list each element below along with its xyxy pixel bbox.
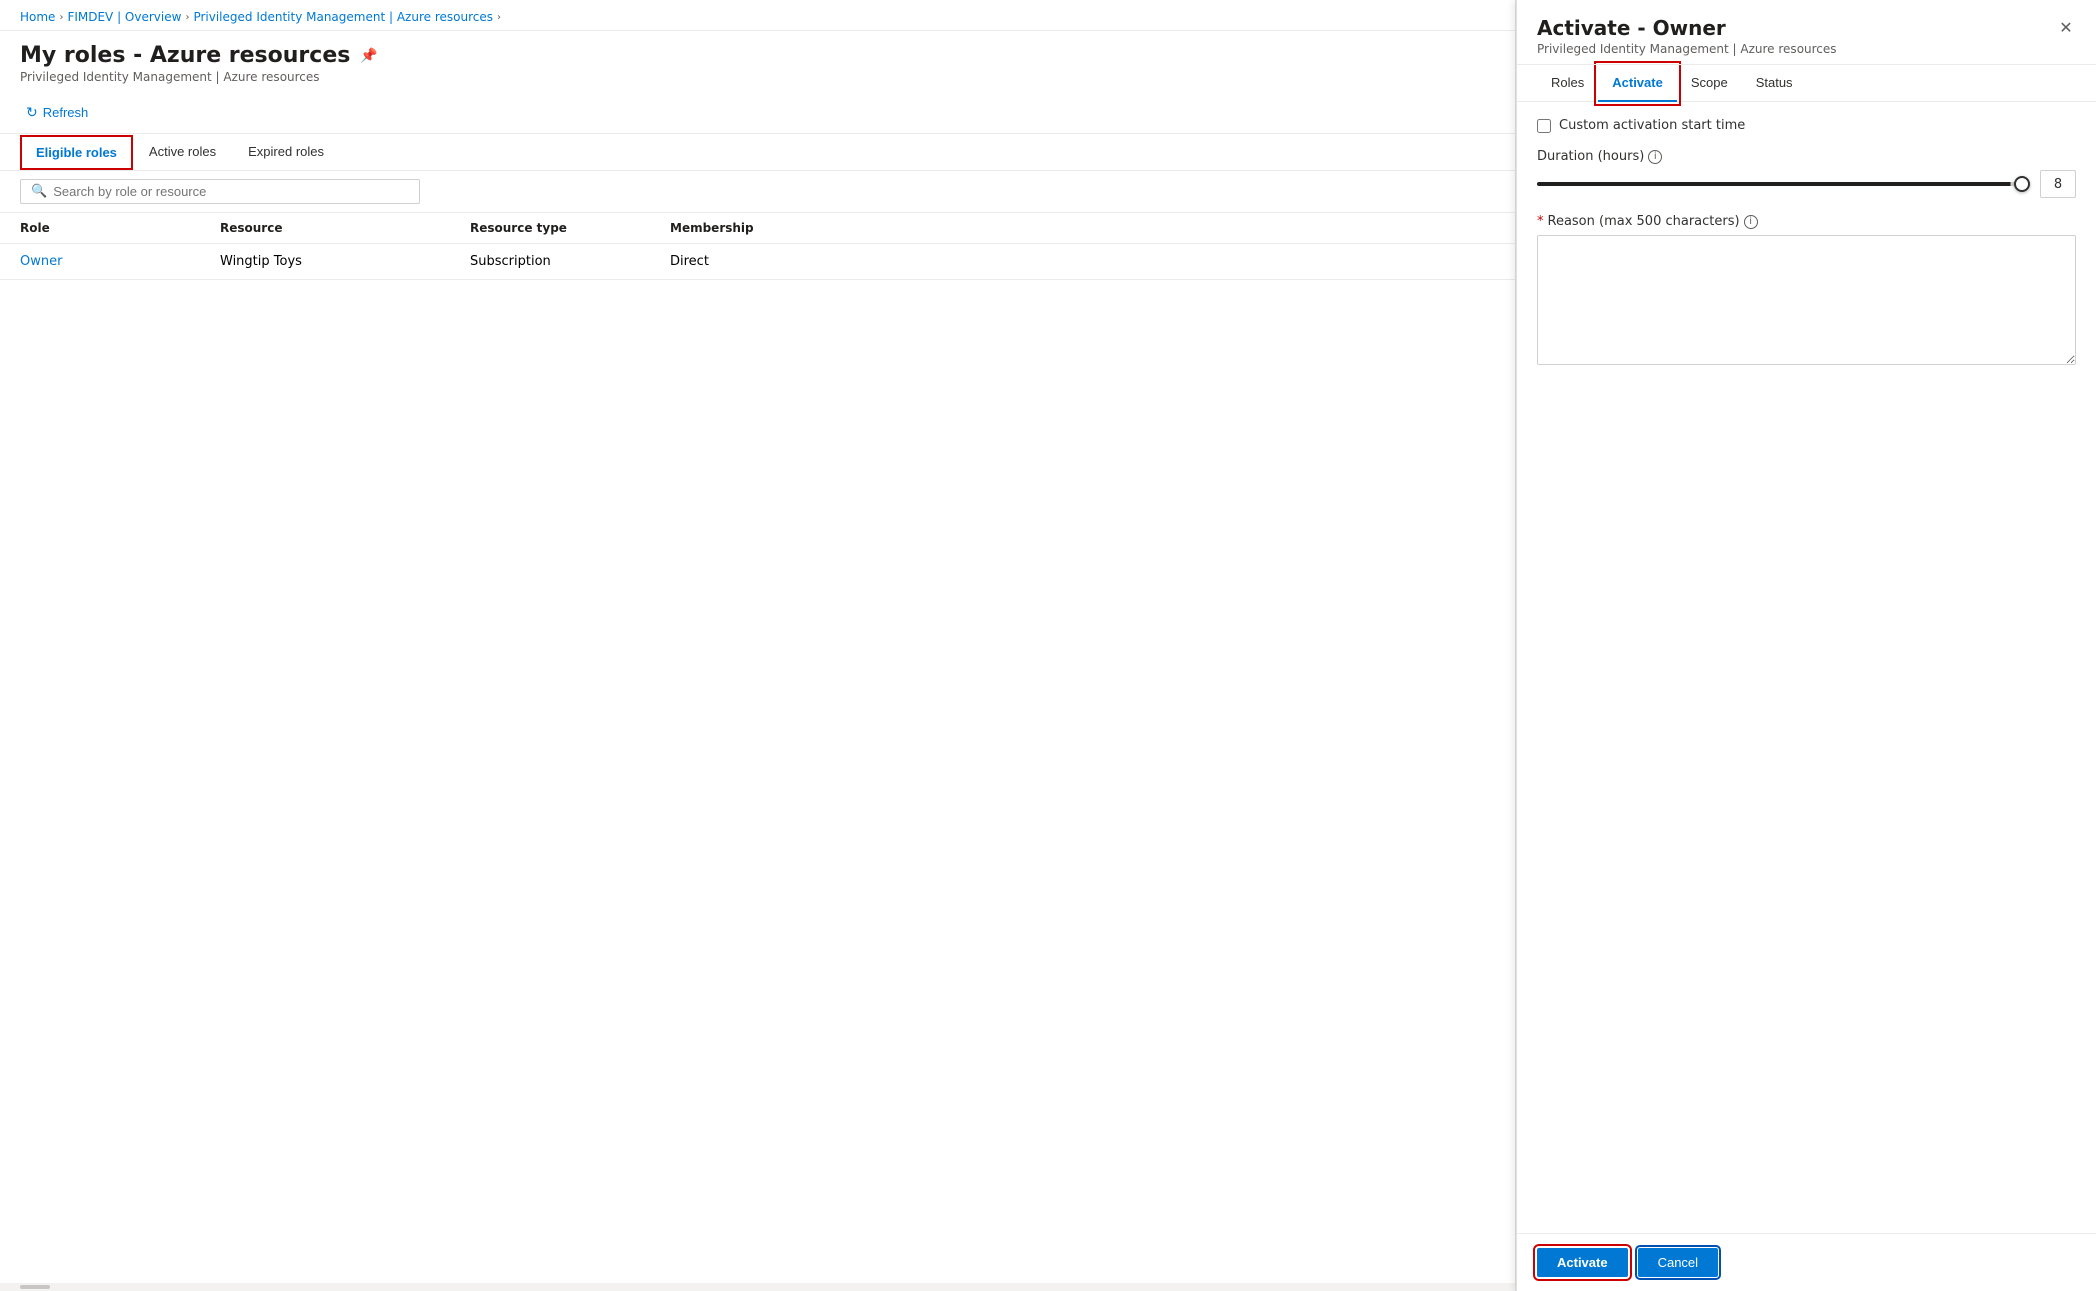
side-tab-scope[interactable]: Scope — [1677, 65, 1742, 102]
duration-label: Duration (hours) i — [1537, 149, 2076, 164]
table-header: Role Resource Resource type Membership — [0, 213, 1515, 244]
search-wrapper: 🔍 — [20, 179, 420, 204]
custom-start-label[interactable]: Custom activation start time — [1559, 118, 1745, 133]
breadcrumb-home[interactable]: Home — [20, 10, 55, 24]
breadcrumb-sep-3: › — [497, 12, 501, 23]
page-header: My roles - Azure resources 📌 Privileged … — [0, 31, 1515, 92]
refresh-button[interactable]: ↻ Refresh — [20, 100, 94, 125]
side-panel-title: Activate - Owner — [1537, 16, 2076, 40]
col-actions — [870, 221, 1495, 235]
left-panel: Home › FIMDEV | Overview › Privileged Id… — [0, 0, 1516, 1291]
reason-required-star: * — [1537, 214, 1544, 229]
breadcrumb-sep-1: › — [59, 12, 63, 23]
tab-active-roles[interactable]: Active roles — [133, 134, 232, 171]
scrollbar-thumb[interactable] — [20, 1285, 50, 1289]
search-icon: 🔍 — [31, 184, 47, 199]
side-panel-tabs: Roles Activate Scope Status — [1517, 65, 2096, 102]
duration-value: 8 — [2040, 170, 2076, 198]
col-role: Role — [20, 221, 220, 235]
cancel-button[interactable]: Cancel — [1638, 1248, 1718, 1277]
role-cell[interactable]: Owner — [20, 254, 220, 269]
page-title: My roles - Azure resources — [20, 43, 350, 68]
pin-icon[interactable]: 📌 — [360, 48, 377, 64]
tab-eligible-roles[interactable]: Eligible roles — [20, 135, 133, 170]
reason-section: * Reason (max 500 characters) i — [1537, 214, 2076, 369]
breadcrumb-fimdev[interactable]: FIMDEV | Overview — [67, 10, 181, 24]
side-panel-header: Activate - Owner Privileged Identity Man… — [1517, 0, 2096, 65]
side-tab-activate[interactable]: Activate — [1598, 65, 1677, 102]
side-tab-scope-label: Scope — [1691, 75, 1728, 90]
duration-section: Duration (hours) i 8 — [1537, 149, 2076, 198]
duration-info-icon[interactable]: i — [1648, 150, 1662, 164]
table-row: Owner Wingtip Toys Subscription Direct — [0, 244, 1515, 280]
activate-button[interactable]: Activate — [1537, 1248, 1628, 1277]
slider-row: 8 — [1537, 170, 2076, 198]
side-panel-subtitle: Privileged Identity Management | Azure r… — [1537, 42, 2076, 56]
refresh-icon: ↻ — [26, 104, 38, 121]
membership-cell: Direct — [670, 254, 870, 269]
main-tabs: Eligible roles Active roles Expired role… — [0, 134, 1515, 171]
breadcrumb-sep-2: › — [185, 12, 189, 23]
breadcrumb: Home › FIMDEV | Overview › Privileged Id… — [0, 0, 1515, 31]
page-subtitle: Privileged Identity Management | Azure r… — [20, 70, 1495, 84]
search-bar: 🔍 — [0, 171, 1515, 213]
side-tab-activate-label: Activate — [1612, 75, 1663, 90]
breadcrumb-pim[interactable]: Privileged Identity Management | Azure r… — [193, 10, 493, 24]
right-panel: Activate - Owner Privileged Identity Man… — [1516, 0, 2096, 1291]
tab-expired-roles[interactable]: Expired roles — [232, 134, 340, 171]
toolbar: ↻ Refresh — [0, 92, 1515, 134]
col-resource-type: Resource type — [470, 221, 670, 235]
reason-textarea[interactable] — [1537, 235, 2076, 365]
scrollbar-area — [0, 1283, 1515, 1291]
custom-start-checkbox[interactable] — [1537, 119, 1551, 133]
side-panel-footer: Activate Cancel — [1517, 1233, 2096, 1291]
resource-type-cell: Subscription — [470, 254, 670, 269]
resource-cell: Wingtip Toys — [220, 254, 470, 269]
reason-label: * Reason (max 500 characters) i — [1537, 214, 2076, 229]
close-button[interactable]: ✕ — [2052, 14, 2080, 42]
side-tab-roles[interactable]: Roles — [1537, 65, 1598, 102]
col-membership: Membership — [670, 221, 870, 235]
side-tab-status-label: Status — [1756, 75, 1793, 90]
custom-start-row: Custom activation start time — [1537, 118, 2076, 133]
search-input[interactable] — [53, 184, 409, 199]
reason-info-icon[interactable]: i — [1744, 215, 1758, 229]
side-panel-body: Custom activation start time Duration (h… — [1517, 102, 2096, 1233]
refresh-label: Refresh — [43, 105, 89, 120]
duration-slider[interactable] — [1537, 182, 2030, 186]
side-tab-status[interactable]: Status — [1742, 65, 1807, 102]
side-tab-roles-label: Roles — [1551, 75, 1584, 90]
col-resource: Resource — [220, 221, 470, 235]
